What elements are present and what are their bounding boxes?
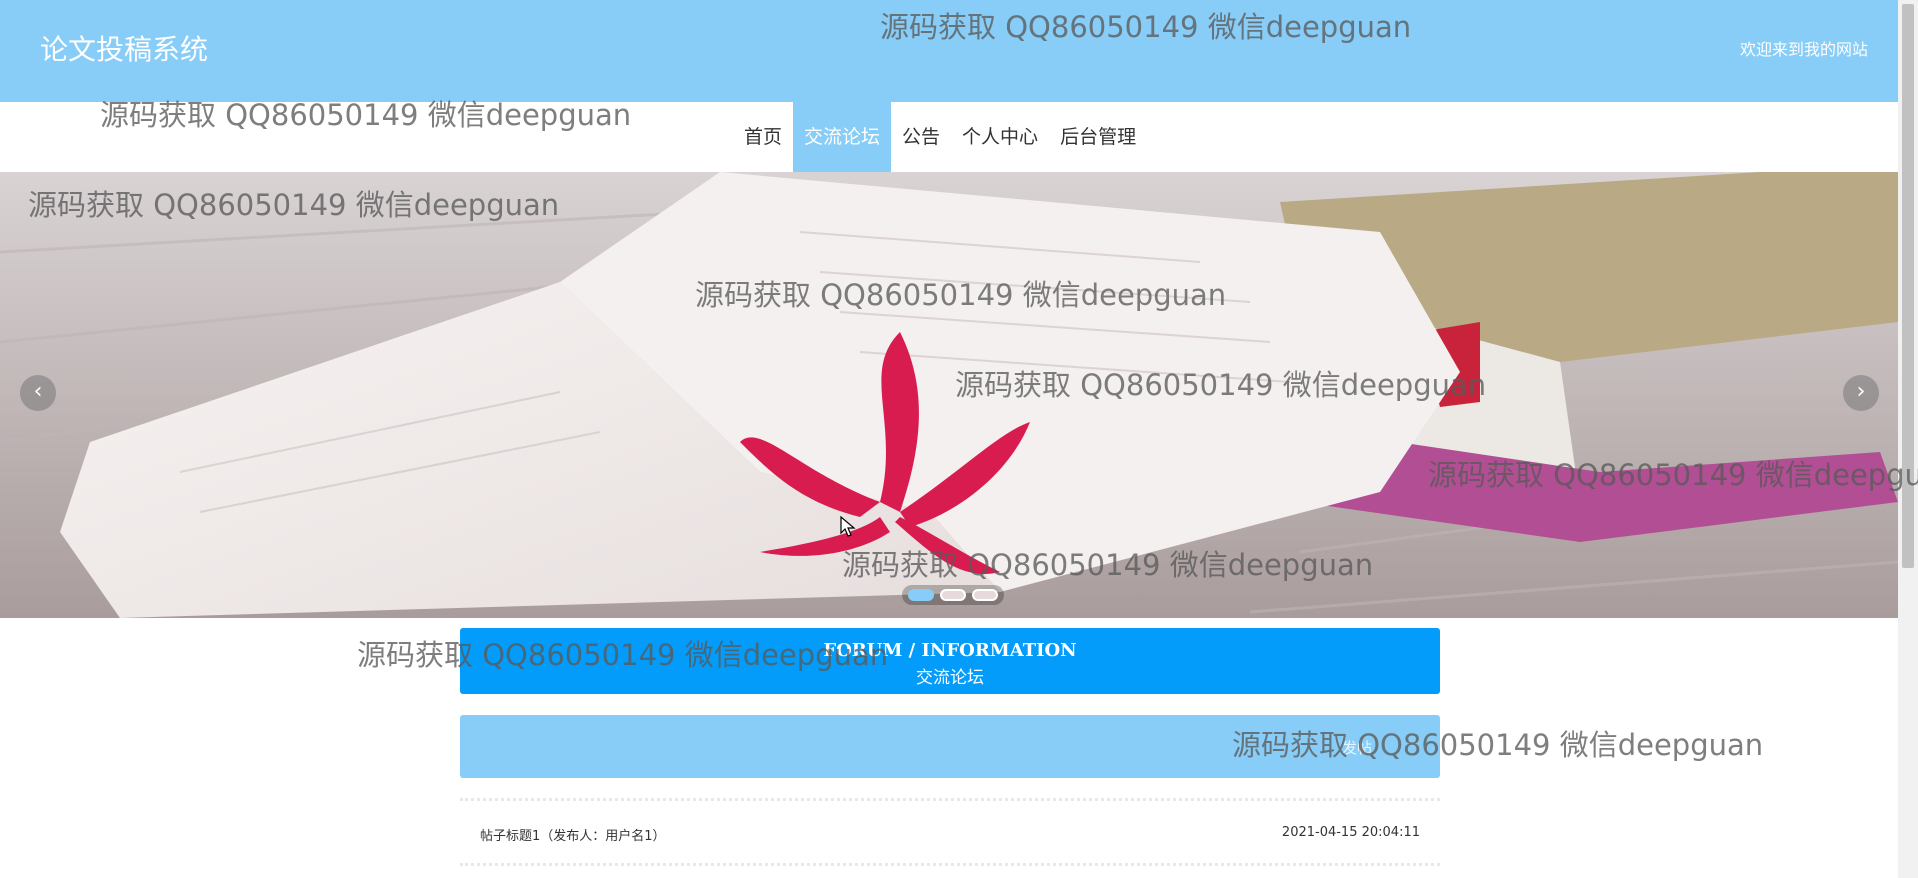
nav-item-admin[interactable]: 后台管理 — [1049, 102, 1147, 172]
section-title-en: FORUM / INFORMATION — [823, 640, 1077, 661]
new-post-button[interactable]: 发帖 — [1342, 737, 1372, 758]
post-time: 2021-04-15 20:04:11 — [1281, 825, 1420, 840]
forum-section-header: FORUM / INFORMATION 交流论坛 — [460, 628, 1440, 694]
carousel-prev-button[interactable]: ‹ — [20, 375, 56, 411]
carousel-indicators — [902, 585, 1004, 605]
scrollbar-thumb[interactable] — [1902, 4, 1914, 568]
nav-items: 首页 交流论坛 公告 个人中心 后台管理 — [733, 102, 1147, 172]
forum-toolbar: 发帖 — [460, 715, 1440, 778]
carousel-banner — [0, 172, 1898, 618]
mouse-cursor-icon — [840, 516, 856, 537]
carousel-next-button[interactable]: › — [1843, 375, 1879, 411]
welcome-text: 欢迎来到我的网站 — [1739, 40, 1868, 59]
nav-item-forum[interactable]: 交流论坛 — [793, 102, 892, 172]
post-title[interactable]: 帖子标题1（发布人：用户名1） — [480, 825, 666, 844]
carousel-dot-3[interactable] — [972, 589, 998, 601]
nav-item-home[interactable]: 首页 — [733, 102, 793, 172]
section-title-cn: 交流论坛 — [916, 668, 984, 688]
list-item[interactable]: 帖子标题1（发布人：用户名1） 2021-04-15 20:04:11 — [460, 798, 1440, 866]
carousel-dot-2[interactable] — [940, 589, 966, 601]
carousel-dot-1[interactable] — [908, 589, 934, 601]
nav-item-announcement[interactable]: 公告 — [891, 102, 951, 172]
main-nav: 首页 交流论坛 公告 个人中心 后台管理 — [0, 102, 1898, 172]
banner-image — [0, 172, 1898, 618]
site-title: 论文投稿系统 — [40, 33, 209, 66]
nav-item-personal-center[interactable]: 个人中心 — [951, 102, 1049, 172]
page-scrollbar[interactable] — [1898, 0, 1918, 878]
top-header: 论文投稿系统 欢迎来到我的网站 — [0, 0, 1898, 102]
